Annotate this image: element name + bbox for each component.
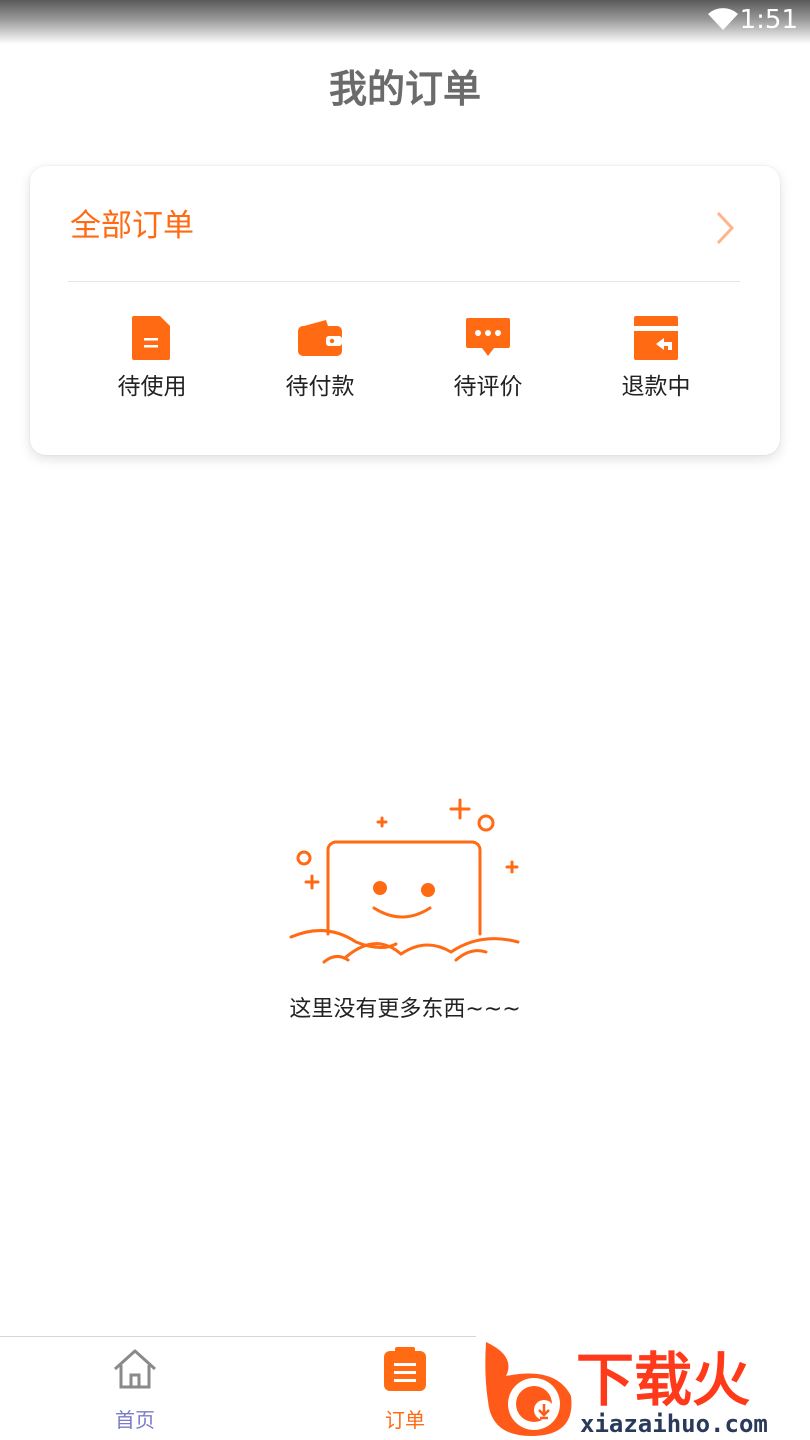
all-orders-row[interactable]: 全部订单 xyxy=(30,166,780,281)
status-item-pending-payment[interactable]: 待付款 xyxy=(236,306,404,416)
refund-card-icon xyxy=(634,316,678,360)
empty-state-text: 这里没有更多东西~~~ xyxy=(289,997,521,1022)
orders-icon xyxy=(384,1347,426,1391)
xiazaihuo-watermark-logo: 下载火 xiazaihuo.com xyxy=(476,1336,810,1440)
all-orders-label: 全部订单 xyxy=(70,208,194,244)
card-divider xyxy=(68,281,740,282)
document-icon xyxy=(132,316,170,360)
status-item-refunding[interactable]: 退款中 xyxy=(572,306,740,416)
status-item-pending-use[interactable]: 待使用 xyxy=(68,306,236,416)
status-time: 1:51 xyxy=(739,5,798,35)
nav-label-home: 首页 xyxy=(115,1408,155,1432)
svg-text:下载火: 下载火 xyxy=(576,1346,750,1414)
status-bar: 1:51 xyxy=(0,0,810,44)
svg-text:xiazaihuo.com: xiazaihuo.com xyxy=(580,1410,768,1438)
status-label: 待评价 xyxy=(453,374,523,400)
orders-screen: 1:51 我的订单 全部订单 待使用 待付款 待评价 退款中 这里没有更多东西~… xyxy=(0,0,810,1440)
status-label: 待付款 xyxy=(285,374,355,400)
status-label: 退款中 xyxy=(621,374,691,400)
empty-box-illustration xyxy=(289,798,520,964)
order-status-row: 待使用 待付款 待评价 退款中 xyxy=(30,306,780,416)
nav-item-home[interactable]: 首页 xyxy=(0,1337,270,1440)
status-item-pending-review[interactable]: 待评价 xyxy=(404,306,572,416)
home-icon xyxy=(113,1349,157,1389)
status-label: 待使用 xyxy=(117,374,187,400)
comment-icon xyxy=(466,318,510,356)
wifi-icon xyxy=(708,8,738,30)
wallet-icon xyxy=(298,320,342,356)
order-card: 全部订单 待使用 待付款 待评价 退款中 xyxy=(30,166,780,455)
chevron-right-icon xyxy=(716,211,735,245)
page-title: 我的订单 xyxy=(328,67,481,111)
